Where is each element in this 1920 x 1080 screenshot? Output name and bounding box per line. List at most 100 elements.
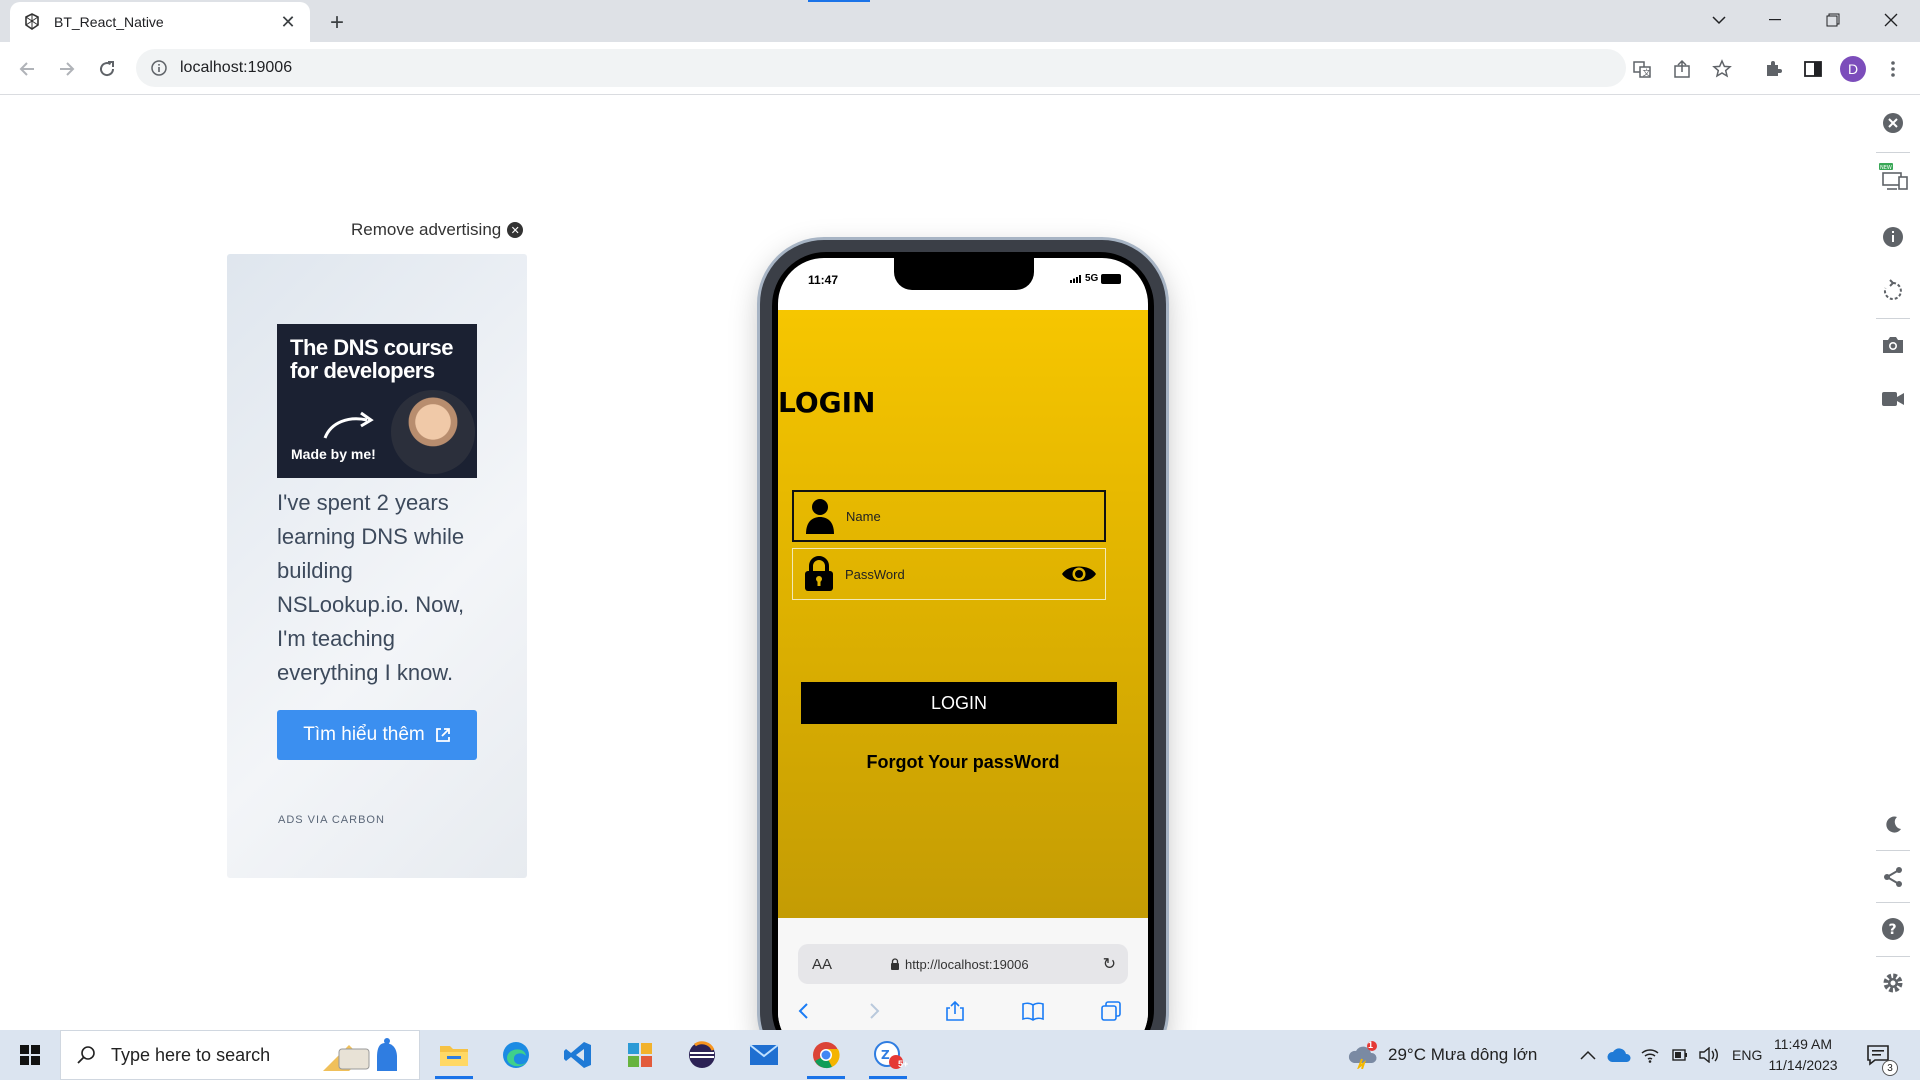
- safari-address-bar[interactable]: AA http://localhost:19006 ↻: [798, 944, 1128, 984]
- taskbar-clock[interactable]: 11:49 AM 11/14/2023: [1758, 1034, 1848, 1076]
- vscode-app[interactable]: [551, 1033, 605, 1077]
- reload-button[interactable]: [92, 54, 122, 84]
- chrome-app[interactable]: [799, 1033, 853, 1079]
- carbon-ad: The DNS course for developers Made by me…: [227, 254, 527, 878]
- share-nodes-icon[interactable]: [1876, 860, 1910, 894]
- ad-image-headline: The DNS course for developers: [290, 335, 453, 383]
- user-icon: [794, 492, 846, 540]
- remove-advertising-link[interactable]: Remove advertising ✕: [351, 220, 524, 240]
- phone-screen: 11:47 5G LOGIN Name PassWord LOGIN Forgo…: [778, 258, 1148, 1058]
- text-size-button[interactable]: AA: [812, 956, 832, 973]
- learn-more-label: Tìm hiểu thêm: [303, 724, 425, 745]
- share-icon[interactable]: [1667, 54, 1697, 84]
- remove-advertising-label: Remove advertising: [351, 220, 502, 239]
- tab-title: BT_React_Native: [54, 14, 164, 30]
- password-placeholder: PassWord: [845, 566, 905, 582]
- close-circle-icon[interactable]: [1876, 106, 1910, 140]
- bookmark-star-icon[interactable]: [1707, 54, 1737, 84]
- info-icon[interactable]: [1876, 220, 1910, 254]
- onedrive-icon[interactable]: [1607, 1030, 1631, 1080]
- profile-avatar[interactable]: D: [1840, 56, 1866, 82]
- browser-tab[interactable]: BT_React_Native ✕: [10, 2, 310, 42]
- search-placeholder: Type here to search: [111, 1044, 271, 1065]
- safari-reload-icon[interactable]: ↻: [1103, 954, 1116, 974]
- weather-widget[interactable]: 1 29°C Mưa dông lớn: [1348, 1030, 1537, 1080]
- record-video-icon[interactable]: [1876, 382, 1910, 416]
- search-highlight-art-icon: [323, 1038, 397, 1071]
- side-separator: [1876, 956, 1910, 957]
- folder-icon: [440, 1046, 468, 1066]
- learn-more-button[interactable]: Tìm hiểu thêm: [277, 710, 477, 760]
- puzzle-tool-icon: [628, 1043, 652, 1067]
- zalo-app[interactable]: Z 5+: [861, 1033, 915, 1079]
- forgot-password-link[interactable]: Forgot Your passWord: [778, 752, 1148, 773]
- safari-forward-icon[interactable]: [860, 996, 890, 1026]
- safari-bookmarks-icon[interactable]: [1018, 996, 1048, 1026]
- window-close-button[interactable]: [1868, 0, 1914, 40]
- snipping-tool-app[interactable]: [613, 1033, 667, 1077]
- remove-ad-close-icon[interactable]: ✕: [507, 222, 524, 238]
- ad-image-caption: Made by me!: [291, 446, 376, 462]
- ads-via-carbon[interactable]: ADS VIA CARBON: [278, 814, 385, 826]
- svg-text:文: 文: [1643, 68, 1651, 78]
- wifi-icon[interactable]: [1640, 1030, 1660, 1080]
- clock-date: 11/14/2023: [1768, 1057, 1838, 1073]
- padlock-icon: [891, 958, 899, 970]
- storm-cloud-icon: [1348, 1041, 1377, 1069]
- edge-browser-app[interactable]: [489, 1033, 543, 1077]
- forward-button[interactable]: [52, 54, 82, 84]
- site-info-icon[interactable]: [150, 59, 168, 77]
- restore-button[interactable]: [1810, 0, 1856, 40]
- safari-address: http://localhost:19006: [890, 957, 1029, 972]
- phone-notch: [894, 258, 1034, 290]
- safari-tabs-icon[interactable]: [1096, 996, 1126, 1026]
- side-separator: [1876, 850, 1910, 851]
- translate-icon[interactable]: 文: [1627, 54, 1657, 84]
- ad-body-text[interactable]: I've spent 2 years learning DNS while bu…: [277, 486, 487, 690]
- side-separator: [1876, 318, 1910, 319]
- password-input[interactable]: PassWord: [792, 548, 1106, 600]
- side-separator: [1876, 152, 1910, 153]
- svg-text:NEW: NEW: [1880, 165, 1892, 171]
- address-url: localhost:19006: [180, 59, 293, 76]
- tab-search-chevron-icon[interactable]: [1696, 0, 1742, 40]
- show-password-eye-icon[interactable]: [1053, 562, 1105, 586]
- chrome-menu-icon[interactable]: [1878, 54, 1908, 84]
- battery-icon: [1101, 273, 1122, 284]
- safari-back-icon[interactable]: [788, 996, 818, 1026]
- ad-image[interactable]: The DNS course for developers Made by me…: [277, 324, 477, 478]
- address-bar[interactable]: localhost:19006: [136, 49, 1626, 87]
- device-select-icon[interactable]: NEW: [1876, 160, 1910, 194]
- login-button[interactable]: LOGIN: [801, 682, 1117, 724]
- mail-app[interactable]: [737, 1033, 791, 1077]
- start-button[interactable]: [0, 1030, 60, 1080]
- show-hidden-icons-button[interactable]: [1580, 1030, 1596, 1080]
- iphone-frame: 11:47 5G LOGIN Name PassWord LOGIN Forgo…: [760, 240, 1166, 1076]
- weather-badge: 1: [1368, 1040, 1374, 1050]
- chrome-icon: [813, 1042, 840, 1069]
- login-screen: LOGIN Name PassWord LOGIN Forgot Your pa…: [778, 310, 1148, 918]
- status-time: 11:47: [808, 273, 839, 287]
- file-explorer-app[interactable]: [427, 1033, 481, 1079]
- name-input[interactable]: Name: [792, 490, 1106, 542]
- help-icon[interactable]: ?: [1876, 912, 1910, 946]
- screenshot-camera-icon[interactable]: [1876, 328, 1910, 362]
- back-button[interactable]: [12, 54, 42, 84]
- safari-share-icon[interactable]: [940, 996, 970, 1026]
- volume-icon[interactable]: [1698, 1030, 1720, 1080]
- settings-gear-icon[interactable]: [1876, 966, 1910, 1000]
- eclipse-app[interactable]: [675, 1033, 729, 1077]
- rotate-icon[interactable]: [1876, 274, 1910, 308]
- extensions-puzzle-icon[interactable]: [1758, 54, 1788, 84]
- notification-center-button[interactable]: 3: [1866, 1030, 1898, 1080]
- dark-mode-moon-icon[interactable]: [1876, 808, 1910, 842]
- side-panel-icon[interactable]: [1798, 54, 1828, 84]
- minimize-button[interactable]: [1752, 0, 1798, 40]
- name-placeholder: Name: [846, 508, 881, 524]
- battery-tray-icon[interactable]: [1670, 1030, 1690, 1080]
- tab-strip-accent: [808, 0, 870, 2]
- tab-close-icon[interactable]: ✕: [278, 12, 298, 33]
- mail-icon: [749, 1044, 779, 1065]
- new-tab-button[interactable]: +: [322, 8, 352, 38]
- taskbar-search[interactable]: Type here to search: [60, 1030, 420, 1080]
